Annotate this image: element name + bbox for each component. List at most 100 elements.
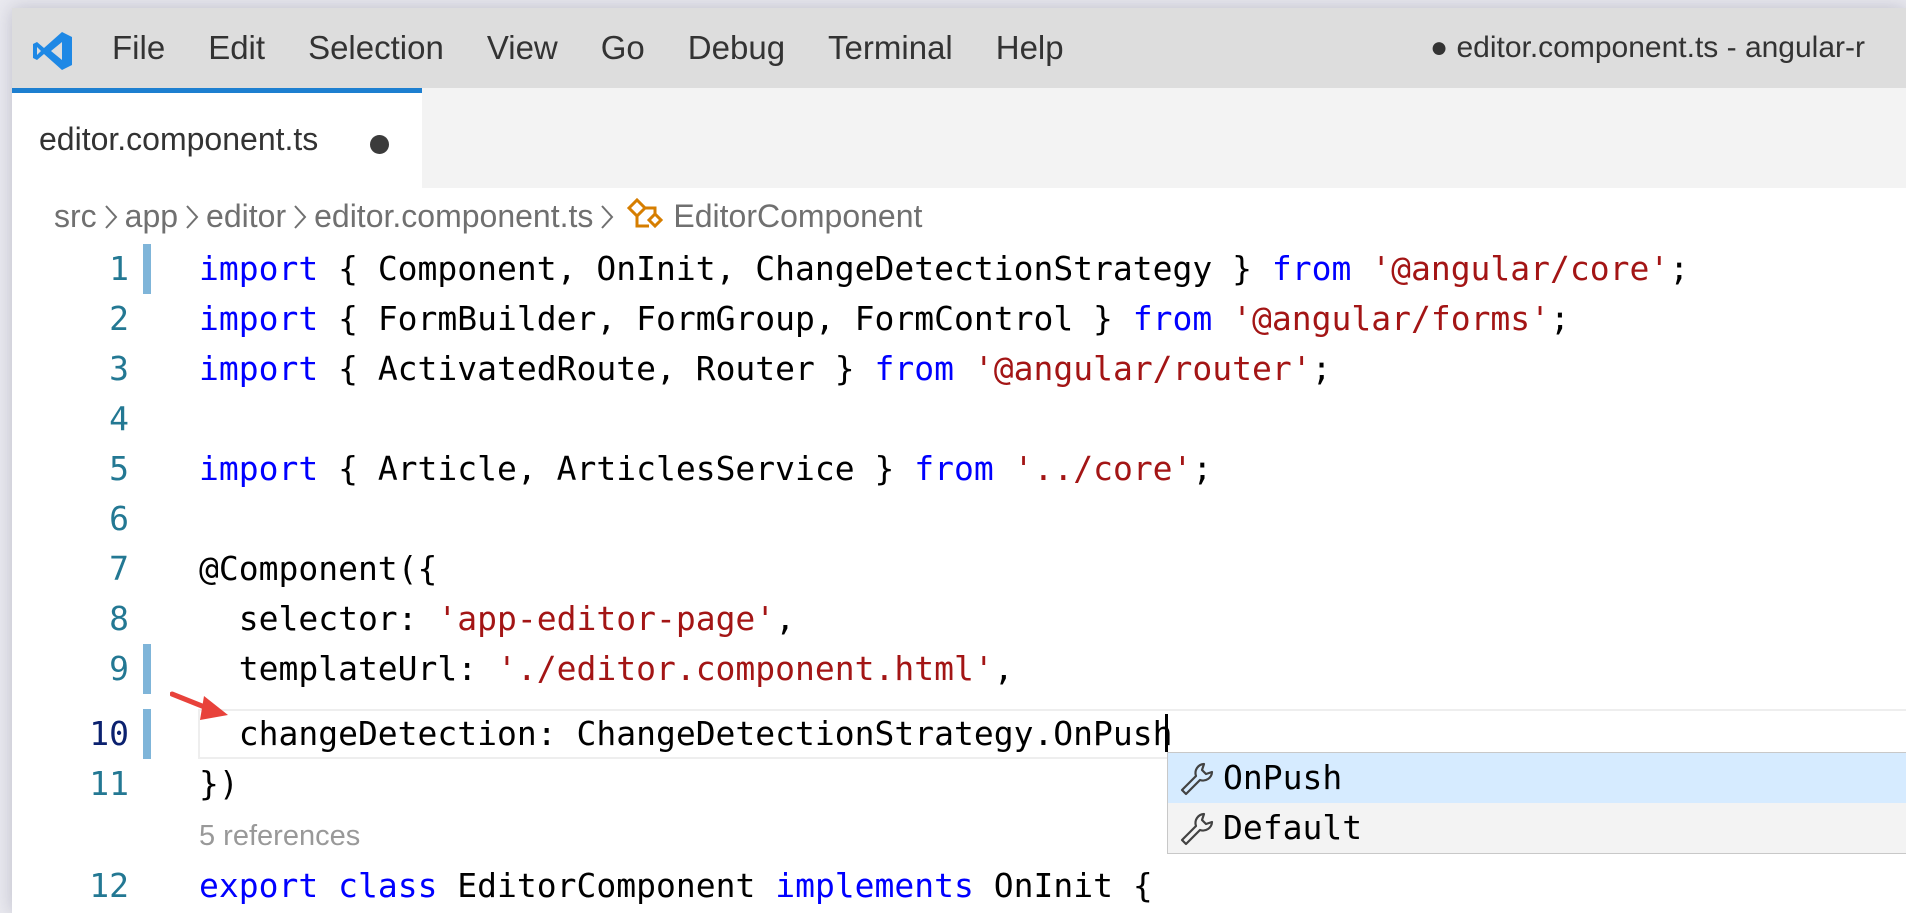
code-line[interactable]: 1 import { Component, OnInit, ChangeDetec… [12, 244, 1906, 294]
breadcrumb-file[interactable]: editor.component.ts [314, 198, 593, 235]
code-text: import { ActivatedRoute, Router } from '… [199, 344, 1332, 394]
code-text: changeDetection: ChangeDetectionStrategy… [199, 709, 1173, 759]
line-number: 10 [89, 714, 129, 753]
keyword-token: import [199, 299, 339, 338]
code-token: selector: [199, 599, 438, 638]
breadcrumb-app[interactable]: app [125, 198, 178, 235]
string-token: '@angular/router' [973, 349, 1312, 388]
code-token: }) [199, 764, 239, 803]
line-number: 4 [109, 399, 129, 438]
code-line[interactable]: 2 import { FormBuilder, FormGroup, FormCo… [12, 294, 1906, 344]
menu-file[interactable]: File [112, 8, 165, 88]
code-token: { Component, OnInit, ChangeDetectionStra… [338, 249, 1272, 288]
red-arrow-icon [170, 691, 228, 720]
code-text: import { Article, ArticlesService } from… [199, 444, 1212, 494]
suggest-widget: OnPush Default [1167, 752, 1906, 854]
menu-go[interactable]: Go [601, 8, 645, 88]
suggestion-label: Default [1223, 808, 1363, 847]
suggestion-label: OnPush [1223, 758, 1343, 797]
code-token: @Component({ [199, 549, 438, 588]
keyword-token: from [1132, 299, 1213, 338]
codelens-references[interactable]: 5 references [199, 814, 360, 858]
menu-help[interactable]: Help [996, 8, 1064, 88]
menu-debug[interactable]: Debug [688, 8, 785, 88]
vscode-window: File Edit Selection View Go Debug Termin… [12, 8, 1906, 913]
wrench-icon [1180, 812, 1214, 846]
menu-view[interactable]: View [487, 8, 558, 88]
breadcrumb-editor[interactable]: editor [206, 198, 286, 235]
class-symbol-icon [627, 197, 664, 229]
keyword-token: class [338, 866, 438, 905]
vscode-logo-icon [33, 32, 72, 70]
chevron-right-icon [593, 188, 621, 244]
code-line[interactable]: 9 templateUrl: './editor.component.html'… [12, 644, 1906, 694]
line-number: 1 [109, 249, 129, 288]
code-token: OnInit { [973, 866, 1153, 905]
menu-selection[interactable]: Selection [308, 8, 444, 88]
code-token: ; [1311, 349, 1332, 388]
code-token: changeDetection: ChangeDetectionStrategy… [199, 714, 1173, 753]
code-token: ; [1550, 299, 1570, 338]
code-token: , [775, 599, 796, 638]
line-number: 8 [109, 599, 129, 638]
chevron-right-icon [286, 188, 314, 244]
string-token: '../core' [1013, 449, 1193, 488]
string-token: 'app-editor-page' [437, 599, 776, 638]
code-text: export class EditorComponent implements … [199, 861, 1153, 911]
keyword-token: import [199, 349, 339, 388]
code-line[interactable]: 7 @Component({ [12, 544, 1906, 594]
keyword-token: implements [775, 866, 974, 905]
keyword-token: from [1271, 249, 1352, 288]
code-token: templateUrl: [199, 649, 498, 688]
code-line[interactable]: 8 selector: 'app-editor-page', [12, 594, 1906, 644]
code-line[interactable]: 4 [12, 394, 1906, 444]
menu-terminal[interactable]: Terminal [828, 8, 953, 88]
code-line[interactable]: 12 export class EditorComponent implement… [12, 861, 1906, 911]
window-title: ● editor.component.ts - angular-r [1430, 31, 1865, 64]
code-token: ; [1669, 249, 1690, 288]
title-bar: File Edit Selection View Go Debug Termin… [12, 8, 1906, 88]
chevron-right-icon [97, 188, 125, 244]
line-number: 7 [109, 549, 129, 588]
suggestion-onpush[interactable]: OnPush [1168, 753, 1906, 803]
string-token: '@angular/core' [1371, 249, 1670, 288]
line-number: 11 [89, 764, 129, 803]
breadcrumb-class[interactable]: EditorComponent [673, 198, 922, 235]
code-token: { FormBuilder, FormGroup, FormControl } [338, 299, 1133, 338]
line-number: 12 [89, 866, 129, 905]
line-number: 9 [109, 649, 129, 688]
breadcrumb-src[interactable]: src [54, 198, 97, 235]
unsaved-dot-icon[interactable] [370, 135, 389, 154]
line-number: 3 [109, 349, 129, 388]
tab-bar: editor.component.ts [12, 88, 1906, 188]
line-number: 6 [109, 499, 129, 538]
dirty-diff-marker[interactable] [143, 644, 151, 694]
string-token: '@angular/forms' [1232, 299, 1551, 338]
tab-editor-component[interactable]: editor.component.ts [12, 88, 422, 188]
code-text: selector: 'app-editor-page', [199, 594, 795, 644]
code-text: @Component({ [199, 544, 437, 594]
dirty-diff-marker[interactable] [143, 244, 151, 294]
chevron-right-icon [178, 188, 206, 244]
keyword-token: from [874, 349, 954, 388]
code-token: { Article, ArticlesService } [338, 449, 915, 488]
menu-edit[interactable]: Edit [208, 8, 265, 88]
code-text: import { FormBuilder, FormGroup, FormCon… [199, 294, 1570, 344]
dirty-diff-marker[interactable] [143, 709, 151, 759]
keyword-token: from [914, 449, 994, 488]
code-token: , [993, 649, 1014, 688]
menu-bar: File Edit Selection View Go Debug Termin… [112, 8, 1107, 88]
line-number: 5 [109, 449, 129, 488]
code-line[interactable]: 5 import { Article, ArticlesService } fro… [12, 444, 1906, 494]
code-token: ; [1192, 449, 1213, 488]
code-text: templateUrl: './editor.component.html', [199, 644, 1014, 694]
string-token: './editor.component.html' [497, 649, 994, 688]
code-token: EditorComponent [437, 866, 776, 905]
suggestion-default[interactable]: Default [1168, 803, 1906, 853]
code-line[interactable]: 6 [12, 494, 1906, 544]
code-line[interactable]: 3 import { ActivatedRoute, Router } from … [12, 344, 1906, 394]
